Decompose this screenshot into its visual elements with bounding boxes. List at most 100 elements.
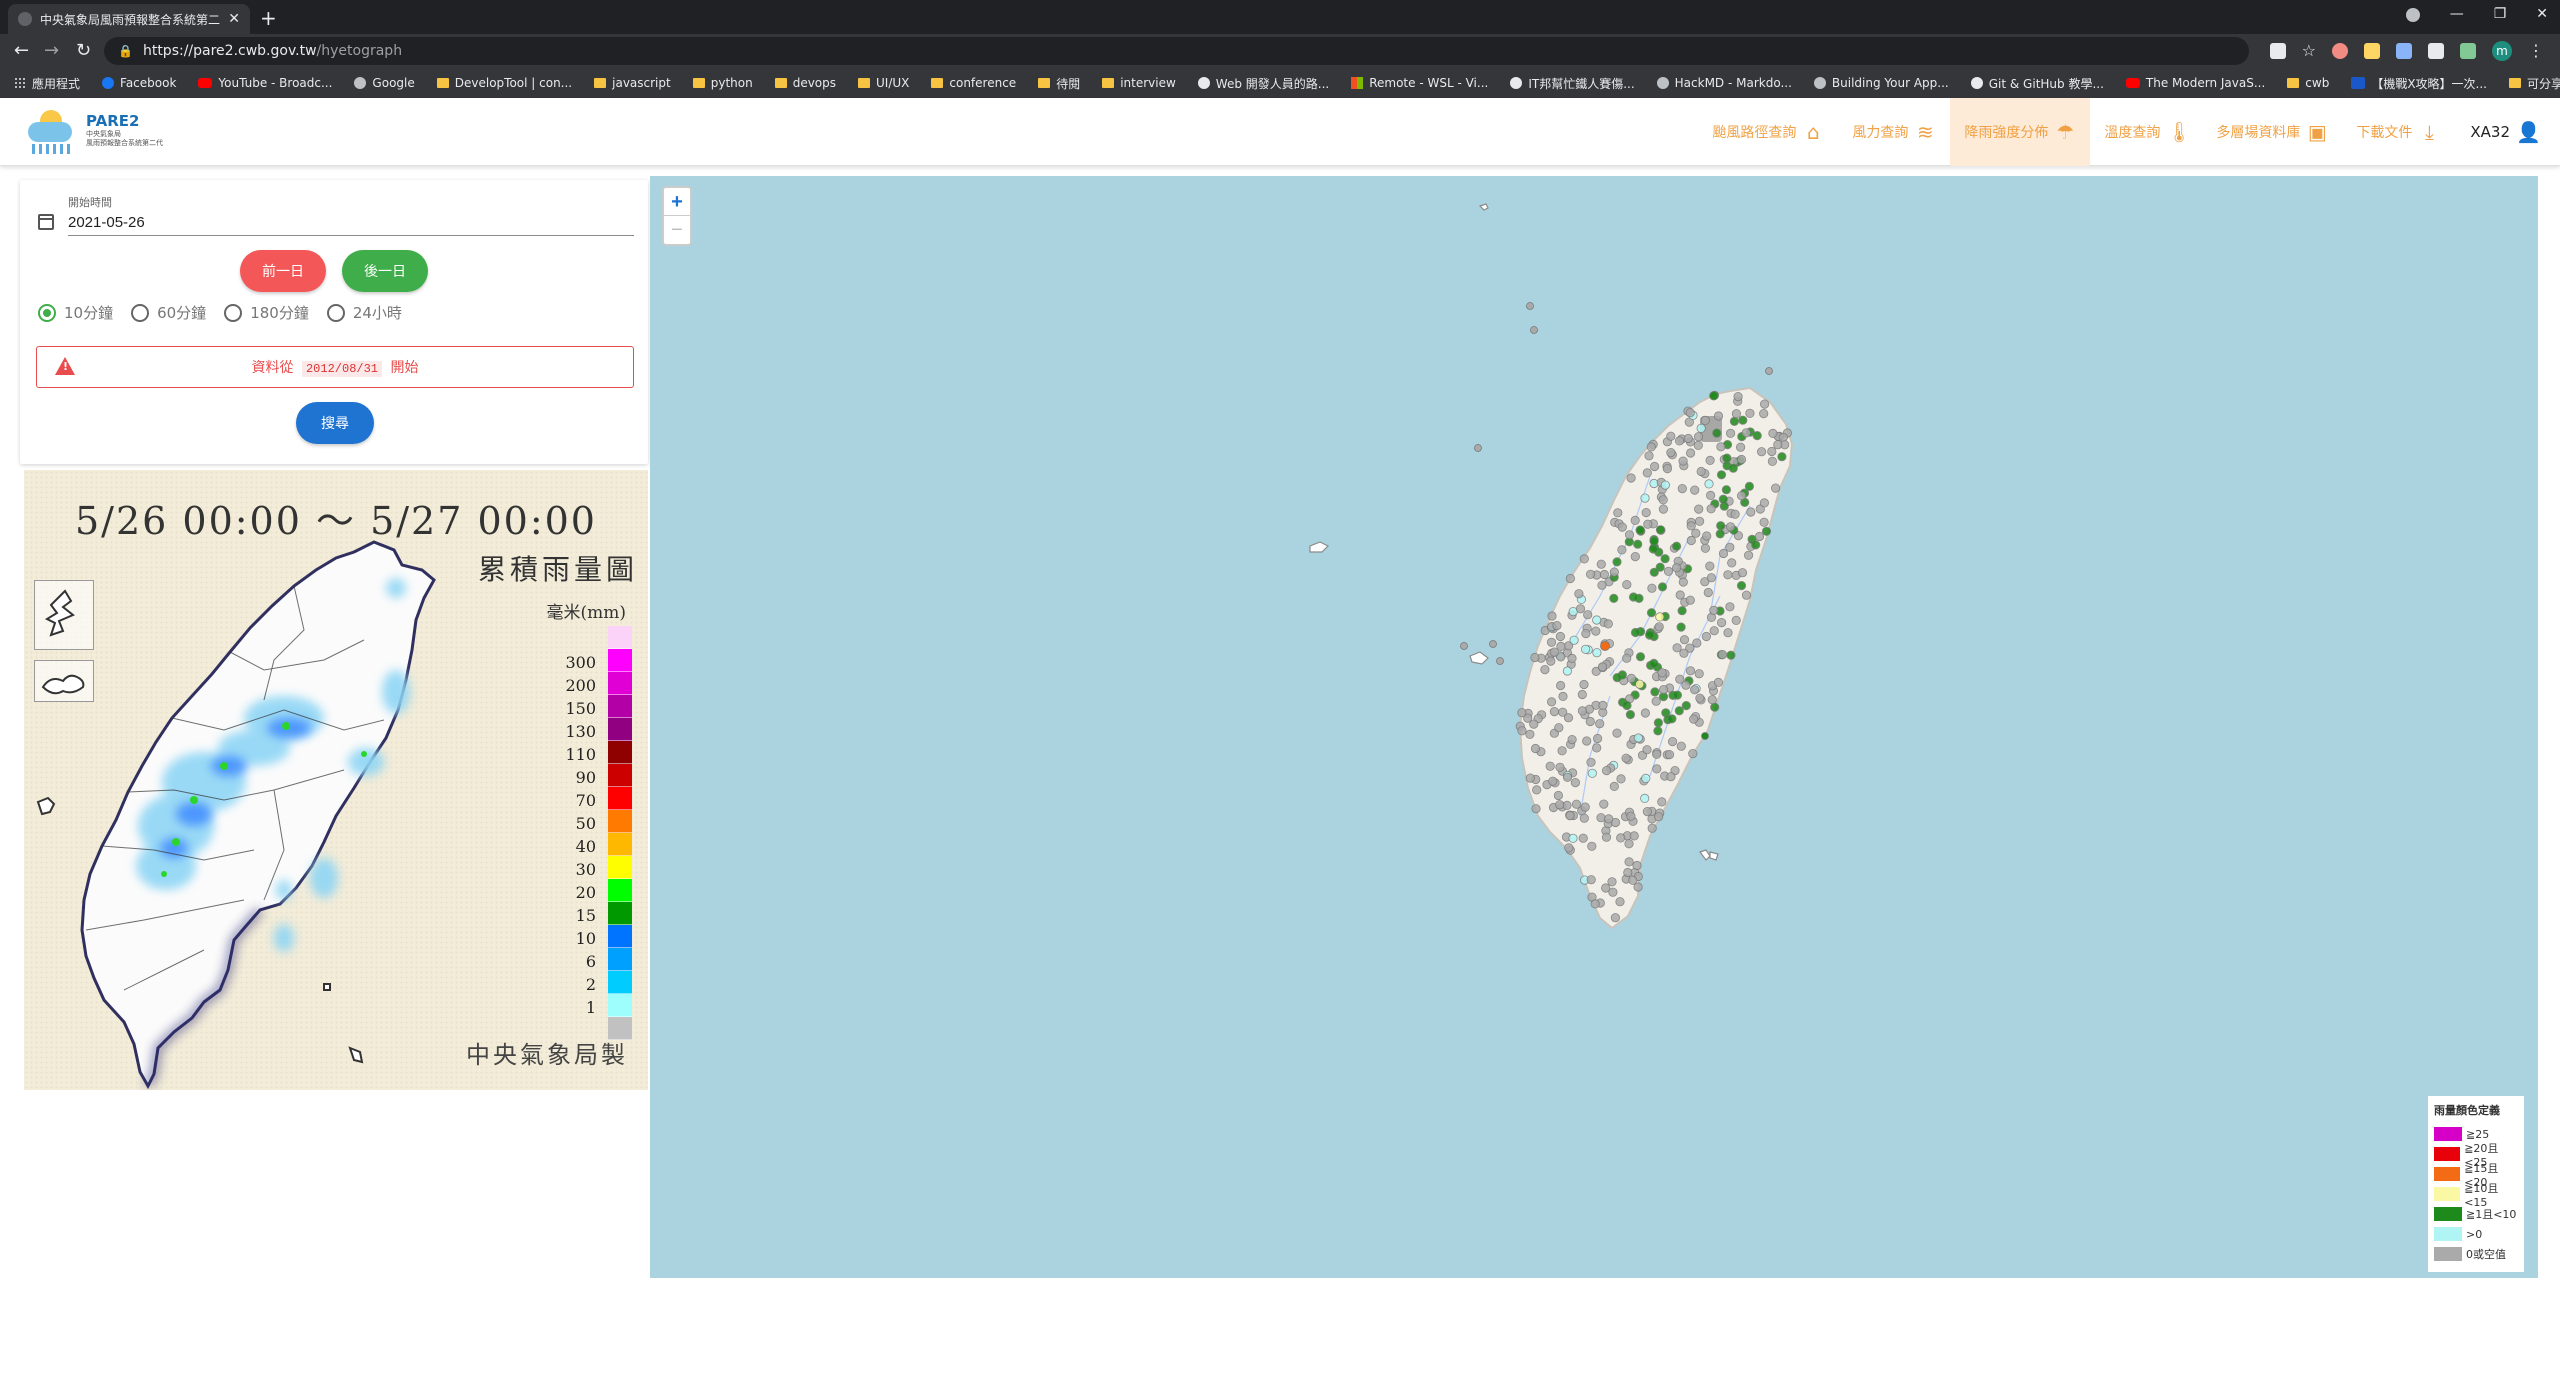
station-marker[interactable] — [1626, 811, 1636, 821]
station-marker[interactable] — [1672, 643, 1682, 653]
close-window-icon[interactable]: ✕ — [2536, 6, 2548, 22]
station-marker[interactable] — [1578, 833, 1588, 843]
bookmark-item[interactable]: Remote - WSL - Vi... — [1351, 76, 1488, 90]
station-marker[interactable] — [1600, 641, 1610, 651]
station-marker[interactable] — [1667, 736, 1678, 747]
station-marker[interactable] — [1655, 612, 1665, 622]
start-date-input[interactable] — [68, 210, 634, 236]
interval-radio[interactable]: 24小時 — [326, 302, 402, 323]
minimize-icon[interactable]: — — [2450, 6, 2464, 22]
station-marker[interactable] — [1681, 680, 1691, 690]
station-marker[interactable] — [1567, 653, 1577, 663]
station-marker[interactable] — [1629, 831, 1639, 841]
station-marker[interactable] — [1746, 507, 1756, 517]
station-marker[interactable] — [1701, 631, 1712, 642]
nav-item[interactable]: 下載文件 ⤓ — [2342, 98, 2454, 166]
forward-icon[interactable]: → — [44, 40, 59, 61]
station-marker[interactable] — [1654, 622, 1664, 632]
station-marker[interactable] — [1725, 522, 1736, 532]
reading-list-icon[interactable] — [2460, 43, 2476, 59]
station-marker[interactable] — [1706, 490, 1716, 500]
station-marker[interactable] — [1651, 696, 1661, 706]
station-marker[interactable] — [1716, 442, 1726, 452]
station-marker[interactable] — [1549, 647, 1559, 657]
station-marker[interactable] — [1709, 391, 1719, 401]
station-marker[interactable] — [1658, 684, 1669, 695]
station-marker[interactable] — [1725, 542, 1735, 552]
station-marker[interactable] — [1546, 697, 1557, 707]
station-marker[interactable] — [1630, 551, 1640, 562]
station-marker[interactable] — [1675, 590, 1685, 600]
station-marker[interactable] — [1587, 841, 1597, 851]
station-marker[interactable] — [1701, 732, 1709, 740]
station-marker[interactable] — [1615, 897, 1625, 907]
station-marker[interactable] — [1552, 620, 1562, 631]
station-marker[interactable] — [1555, 680, 1566, 691]
station-marker[interactable] — [1460, 642, 1468, 650]
station-marker[interactable] — [1722, 453, 1732, 463]
bookmark-item[interactable]: 應用程式 — [14, 75, 80, 92]
station-marker[interactable] — [1658, 504, 1669, 514]
station-marker[interactable] — [1773, 440, 1783, 450]
nav-item[interactable]: 颱風路徑查詢 ⌂ — [1698, 98, 1838, 166]
station-marker[interactable] — [1554, 723, 1564, 733]
station-marker[interactable] — [1555, 631, 1566, 642]
station-marker[interactable] — [1592, 648, 1602, 658]
station-marker[interactable] — [1717, 649, 1728, 660]
station-marker[interactable] — [1595, 719, 1605, 729]
station-marker[interactable] — [1532, 785, 1542, 795]
station-marker[interactable] — [1731, 615, 1741, 625]
station-marker[interactable] — [1553, 790, 1564, 801]
station-marker[interactable] — [1657, 582, 1668, 592]
bookmark-item[interactable]: Building Your App... — [1813, 76, 1949, 90]
station-marker[interactable] — [1581, 628, 1591, 639]
map-canvas[interactable] — [650, 176, 2538, 1278]
station-marker[interactable] — [1738, 415, 1748, 425]
station-marker[interactable] — [1676, 622, 1686, 632]
station-marker[interactable] — [1633, 539, 1643, 549]
station-marker[interactable] — [1695, 516, 1705, 526]
station-marker[interactable] — [1652, 764, 1662, 774]
station-marker[interactable] — [1757, 447, 1767, 457]
station-marker[interactable] — [1530, 743, 1541, 754]
zoom-in-button[interactable]: + — [664, 188, 690, 216]
station-marker[interactable] — [1741, 590, 1752, 600]
station-map[interactable]: + − 雨量顏色定義 ≧25 ≧20且<25 ≧15且<20 ≧10且<15 ≧1且<1… — [650, 176, 2538, 1278]
address-bar[interactable]: 🔒 https://pare2.cwb.gov.tw/hyetograph — [104, 37, 2249, 65]
station-marker[interactable] — [1653, 812, 1664, 822]
station-marker[interactable] — [1609, 593, 1619, 603]
station-marker[interactable] — [1628, 592, 1639, 602]
station-marker[interactable] — [1540, 664, 1550, 675]
station-marker[interactable] — [1644, 630, 1655, 640]
pare2-logo[interactable]: PARE2 中央氣象局 風雨預報整合系統第二代 — [26, 106, 176, 158]
station-marker[interactable] — [1751, 540, 1761, 550]
station-marker[interactable] — [1613, 508, 1623, 518]
station-marker[interactable] — [1683, 433, 1693, 444]
new-tab-icon[interactable]: + — [260, 6, 277, 30]
interval-radio[interactable]: 10分鐘 — [38, 302, 113, 323]
station-marker[interactable] — [1695, 693, 1705, 703]
station-marker[interactable] — [1745, 408, 1755, 418]
station-marker[interactable] — [1558, 691, 1568, 702]
station-marker[interactable] — [1686, 448, 1696, 458]
station-marker[interactable] — [1625, 709, 1636, 720]
station-marker[interactable] — [1565, 573, 1576, 584]
station-marker[interactable] — [1562, 666, 1573, 676]
station-marker[interactable] — [1599, 799, 1609, 809]
station-marker[interactable] — [1592, 615, 1602, 625]
bookmark-item[interactable]: 【機戰X攻略】一次... — [2351, 75, 2487, 92]
bookmark-item[interactable]: DevelopTool | con... — [436, 76, 572, 90]
station-marker[interactable] — [1570, 777, 1581, 788]
zoom-out-button[interactable]: − — [664, 216, 690, 244]
station-marker[interactable] — [1709, 605, 1719, 615]
station-marker[interactable] — [1547, 611, 1557, 621]
station-marker[interactable] — [1731, 409, 1742, 419]
station-marker[interactable] — [1529, 719, 1539, 729]
station-marker[interactable] — [1586, 757, 1596, 767]
station-marker[interactable] — [1674, 436, 1685, 446]
station-marker[interactable] — [1653, 726, 1663, 736]
station-marker[interactable] — [1597, 662, 1608, 672]
station-marker[interactable] — [1546, 637, 1557, 647]
station-marker[interactable] — [1768, 428, 1778, 438]
extension-red-icon[interactable] — [2332, 43, 2348, 59]
